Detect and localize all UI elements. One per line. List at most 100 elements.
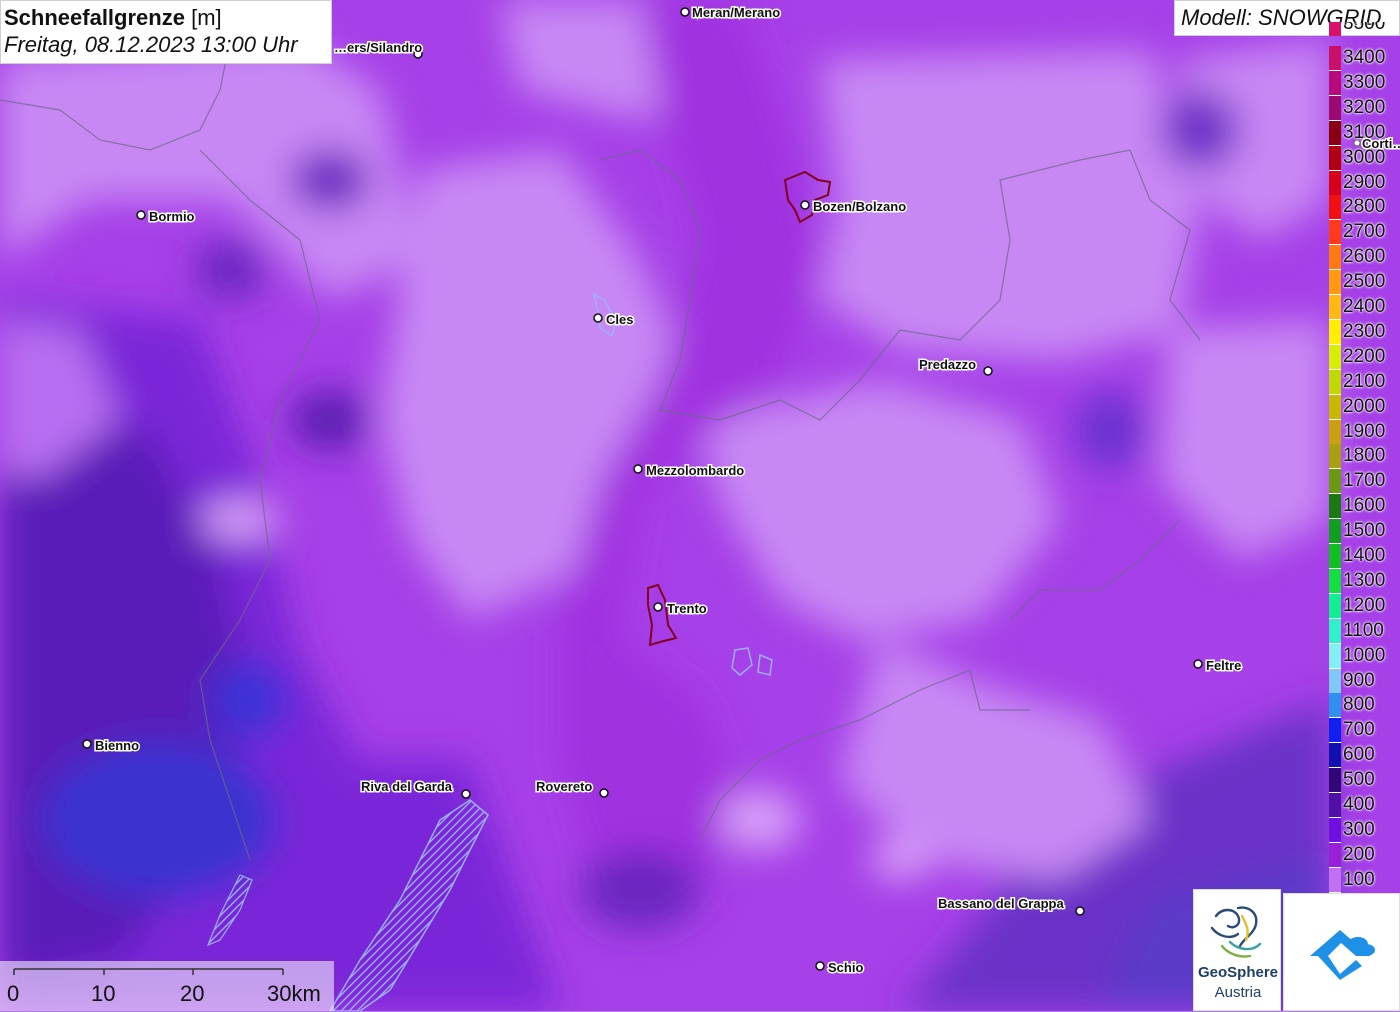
legend-label: 200 bbox=[1343, 843, 1375, 865]
scale-label-20: 20 bbox=[180, 981, 205, 1006]
city-label: …ers/Silandro bbox=[334, 40, 422, 55]
legend-swatch bbox=[1329, 170, 1341, 196]
city-meran[interactable]: Meran/Merano bbox=[680, 4, 782, 22]
legend-swatch bbox=[1329, 668, 1341, 694]
geosphere-logo-line1: GeoSphere bbox=[1197, 964, 1279, 981]
legend-swatch bbox=[1329, 593, 1341, 619]
legend-swatch bbox=[1329, 295, 1341, 320]
legend-swatch bbox=[1329, 568, 1341, 594]
legend-swatch bbox=[1329, 469, 1341, 495]
color-legend: 3500 3400 3300 3200 3100 3000 2900 2800 2700 260… bbox=[1329, 22, 1400, 893]
legend-label: 100 bbox=[1343, 868, 1375, 890]
legend-label: 3200 bbox=[1343, 96, 1386, 118]
legend-row: 2800 bbox=[1329, 195, 1400, 221]
city-label: Cles bbox=[606, 312, 633, 327]
legend-row: 1500 bbox=[1329, 519, 1400, 545]
legend-row-top: 3500 bbox=[1329, 22, 1400, 36]
legend-label: 2900 bbox=[1343, 171, 1386, 193]
scale-label-30km: 30km bbox=[267, 981, 321, 1006]
legend-row: 1800 bbox=[1329, 444, 1400, 470]
legend-label: 2200 bbox=[1343, 345, 1386, 367]
legend-label: 1000 bbox=[1343, 644, 1386, 666]
map-title-main: Schneefallgrenze bbox=[4, 5, 185, 30]
legend-label: 1500 bbox=[1343, 520, 1386, 542]
legend-swatch bbox=[1329, 145, 1341, 171]
legend-label: 1100 bbox=[1343, 619, 1384, 641]
legend-row: 2700 bbox=[1329, 220, 1400, 246]
legend-label: 2400 bbox=[1343, 296, 1386, 317]
city-bolzano[interactable]: Bozen/Bolzano bbox=[800, 198, 908, 216]
legend-swatch bbox=[1329, 494, 1341, 520]
legend-label: 1700 bbox=[1343, 470, 1386, 492]
legend-swatch bbox=[1329, 693, 1341, 719]
city-label: Bormio bbox=[149, 209, 195, 224]
city-dot-icon bbox=[1193, 659, 1203, 669]
city-dot-icon bbox=[461, 789, 471, 799]
legend-label: 1600 bbox=[1343, 495, 1386, 517]
legend-row: 100 bbox=[1329, 867, 1400, 893]
legend-row: 200 bbox=[1329, 842, 1400, 868]
legend-swatch bbox=[1329, 519, 1341, 545]
legend-row: 2300 bbox=[1329, 319, 1400, 345]
legend-label: 500 bbox=[1343, 769, 1375, 791]
city-dot-icon bbox=[680, 7, 690, 17]
city-dot-icon bbox=[1075, 906, 1085, 916]
legend-row: 1000 bbox=[1329, 643, 1400, 669]
legend-swatch bbox=[1329, 394, 1341, 420]
city-label: Meran/Merano bbox=[692, 5, 780, 20]
legend-swatch bbox=[1329, 743, 1341, 769]
geosphere-logo-icon bbox=[1210, 906, 1262, 958]
legend-label: 3000 bbox=[1343, 146, 1386, 168]
legend-row: 1100 bbox=[1329, 618, 1400, 644]
legend-label: 900 bbox=[1343, 669, 1375, 691]
legend-row: 3300 bbox=[1329, 70, 1400, 96]
app-logo-icon bbox=[1310, 930, 1375, 980]
city-label: Rovereto bbox=[536, 779, 592, 794]
map-title-box: Schneefallgrenze [m] Freitag, 08.12.2023… bbox=[0, 0, 332, 64]
city-label: Bassano del Grappa bbox=[938, 896, 1064, 911]
legend-row: 1200 bbox=[1329, 593, 1400, 619]
legend-swatch bbox=[1329, 270, 1341, 296]
legend-label: 2000 bbox=[1343, 395, 1386, 417]
scale-label-0: 0 bbox=[7, 981, 20, 1006]
snowline-map[interactable]: Meran/Merano …ers/Silandro Bormio Bozen/… bbox=[0, 0, 1400, 1011]
app-logo[interactable] bbox=[1283, 893, 1400, 1011]
city-dot-icon bbox=[633, 464, 643, 474]
legend-swatch bbox=[1329, 768, 1341, 794]
legend-swatch bbox=[1329, 120, 1341, 146]
legend-label: 3400 bbox=[1343, 47, 1386, 68]
legend-swatch bbox=[1329, 618, 1341, 644]
legend-label: 600 bbox=[1343, 744, 1375, 766]
legend-row: 2900 bbox=[1329, 170, 1400, 196]
legend-swatch bbox=[1329, 718, 1341, 744]
city-label: Riva del Garda bbox=[361, 779, 453, 794]
legend-row: 1300 bbox=[1329, 568, 1400, 594]
legend-label: 3300 bbox=[1343, 71, 1386, 93]
legend-swatch bbox=[1329, 319, 1341, 345]
geosphere-logo[interactable]: GeoSphere Austria bbox=[1193, 889, 1281, 1011]
legend-swatch bbox=[1329, 793, 1341, 818]
city-dot-icon bbox=[653, 602, 663, 612]
city-label: Feltre bbox=[1206, 658, 1241, 673]
legend-label: 2600 bbox=[1343, 246, 1386, 268]
city-dot-icon bbox=[599, 788, 609, 798]
legend-label: 1200 bbox=[1343, 594, 1386, 616]
legend-row: 600 bbox=[1329, 743, 1400, 769]
legend-label: 400 bbox=[1343, 794, 1375, 815]
city-label: Bozen/Bolzano bbox=[813, 199, 906, 214]
legend-row: 300 bbox=[1329, 817, 1400, 843]
legend-swatch bbox=[1329, 344, 1341, 370]
legend-swatch bbox=[1329, 544, 1341, 569]
legend-row: 1600 bbox=[1329, 494, 1400, 520]
city-label: Predazzo bbox=[919, 357, 976, 372]
city-dot-icon bbox=[136, 210, 146, 220]
city-mezzolombardo[interactable]: Mezzolombardo bbox=[633, 462, 746, 480]
legend-row: 400 bbox=[1329, 793, 1400, 818]
city-label: Bienno bbox=[95, 738, 139, 753]
legend-label: 1900 bbox=[1343, 420, 1386, 442]
legend-label: 2800 bbox=[1343, 196, 1386, 218]
legend-row: 3400 bbox=[1329, 46, 1400, 71]
legend-label: 1300 bbox=[1343, 569, 1386, 591]
legend-label: 2100 bbox=[1343, 370, 1386, 392]
legend-swatch bbox=[1329, 195, 1341, 221]
